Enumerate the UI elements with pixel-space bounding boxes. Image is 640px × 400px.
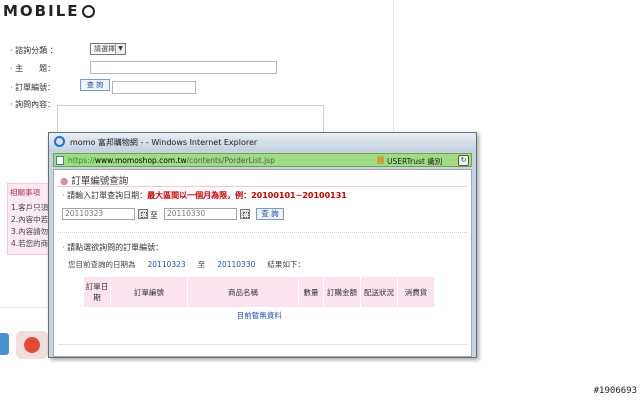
category-select-value: 請選擇 xyxy=(94,45,115,53)
window-titlebar[interactable]: momo 富邦購物網 - - Windows Internet Explorer xyxy=(49,133,476,151)
table-header-row: 訂單日期 訂單編號 商品名稱 數量 訂購金額 配送狀況 消費貨 xyxy=(84,277,435,307)
lock-icon[interactable] xyxy=(377,156,384,164)
divider xyxy=(58,344,467,345)
subject-input[interactable] xyxy=(90,61,277,74)
inquiry-content-label: ‧ 詢問內容： xyxy=(10,100,56,109)
internet-explorer-icon xyxy=(54,136,65,147)
query-range-summary: 您目前查詢的日期為 20110323 至 20110330 結果如下： xyxy=(68,260,305,269)
category-select[interactable]: 請選擇 ▼ xyxy=(90,43,126,55)
heart-icon xyxy=(24,337,40,353)
table-row: 目前暫無資料 xyxy=(84,307,435,322)
divider xyxy=(58,232,467,233)
order-number-input[interactable] xyxy=(112,81,196,94)
subject-label: ‧ 主 題： xyxy=(10,64,56,73)
address-url[interactable]: https://www.momoshop.com.tw/contents/Por… xyxy=(68,156,275,165)
calendar-icon[interactable] xyxy=(240,209,250,219)
notice-title: 相關事項 xyxy=(10,188,40,197)
window-title: momo 富邦購物網 - - Windows Internet Explorer xyxy=(70,138,258,147)
query-button[interactable]: 查 詢 xyxy=(256,208,284,220)
column-header-order-date: 訂單日期 xyxy=(84,277,111,307)
column-header-consumption: 消費貨 xyxy=(397,277,435,307)
share-icon[interactable] xyxy=(0,333,9,355)
order-table: 訂單日期 訂單編號 商品名稱 數量 訂購金額 配送狀況 消費貨 目前暫無資料 xyxy=(84,277,435,322)
divider xyxy=(58,186,467,187)
column-header-amount: 訂購金額 xyxy=(323,277,361,307)
select-order-prompt: ‧ 請點選欲詢問的訂單編號： xyxy=(62,243,164,252)
category-label: ‧ 諮詢分類 ： xyxy=(10,46,58,55)
column-header-order-number: 訂單編號 xyxy=(110,277,188,307)
refresh-icon[interactable]: ↻ xyxy=(458,155,469,166)
chevron-down-icon: ▼ xyxy=(115,44,125,54)
column-header-shipping-status: 配送狀況 xyxy=(360,277,398,307)
image-watermark: #1906693 xyxy=(593,386,637,396)
panel-divider xyxy=(393,0,394,140)
column-header-product-name: 商品名稱 xyxy=(187,277,299,307)
ie-popup-window[interactable]: momo 富邦購物網 - - Windows Internet Explorer… xyxy=(48,132,477,358)
section-title: ● 訂單編號查詢 xyxy=(60,176,129,187)
start-date-input[interactable]: 20110323 xyxy=(62,208,135,220)
certificate-label[interactable]: USERTrust 識別 xyxy=(387,156,442,167)
popup-content: ● 訂單編號查詢 ‧ 請輸入訂單查詢日期：最大區間以一個月為限，例：2010010… xyxy=(53,169,472,357)
order-number-label: ‧ 訂單編號： xyxy=(10,83,56,92)
column-header-quantity: 數量 xyxy=(298,277,324,307)
date-separator: 至 xyxy=(150,211,158,220)
date-prompt: ‧ 請輸入訂單查詢日期：最大區間以一個月為限，例：20100101~201001… xyxy=(62,191,347,200)
empty-message: 目前暫無資料 xyxy=(236,311,282,320)
heart-app-icon[interactable] xyxy=(16,331,48,359)
end-date-input[interactable]: 20110330 xyxy=(164,208,237,220)
calendar-icon[interactable] xyxy=(138,209,148,219)
page-icon xyxy=(56,156,64,165)
address-bar[interactable]: https://www.momoshop.com.tw/contents/Por… xyxy=(53,153,472,167)
mobile01-logo[interactable]: MOBILE xyxy=(3,2,95,20)
logo-eye-icon xyxy=(81,5,95,18)
order-query-button[interactable]: 查 詢 xyxy=(80,79,110,91)
